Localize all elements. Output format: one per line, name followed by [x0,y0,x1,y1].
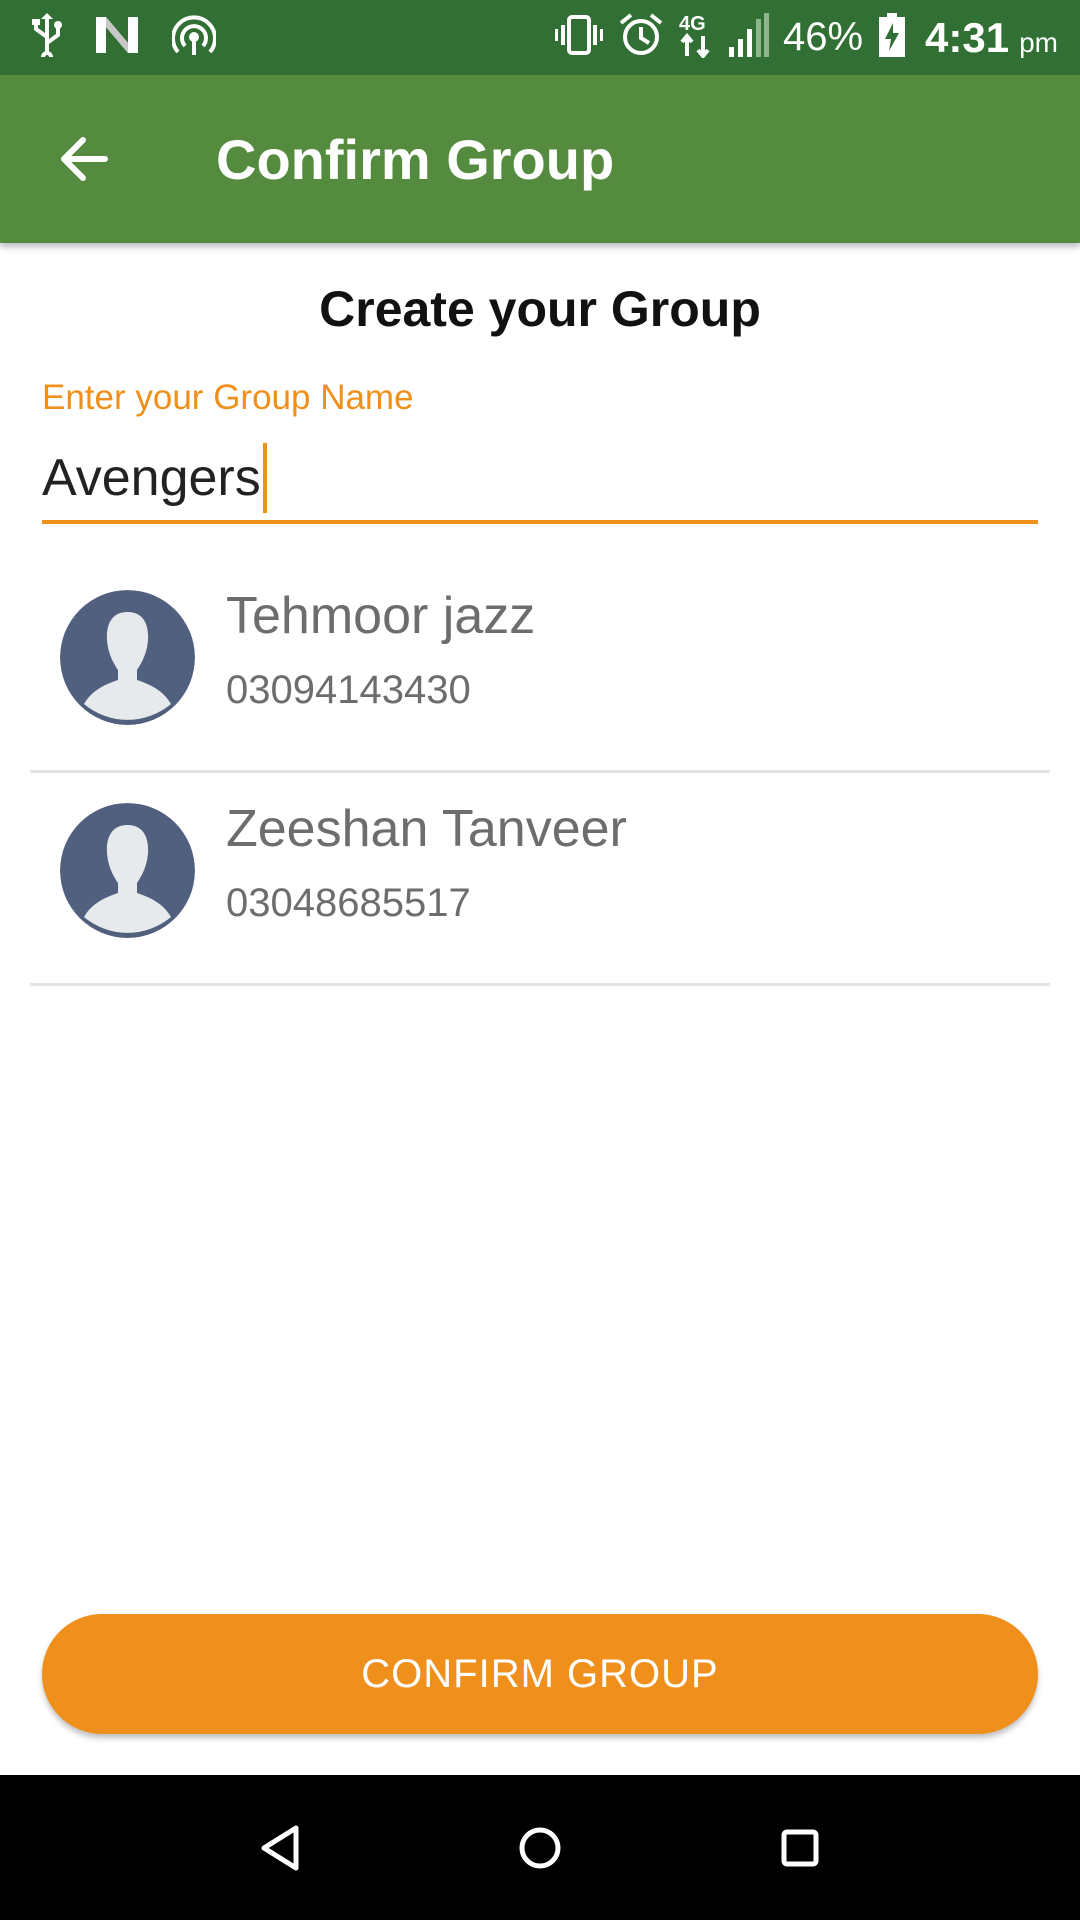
back-triangle-icon [261,1825,299,1870]
app-bar: Confirm Group [0,75,1080,243]
vibrate-icon [554,15,603,60]
nav-bar [0,1775,1080,1920]
list-item[interactable]: Tehmoor jazz 03094143430 [30,560,1050,773]
list-item[interactable]: Zeeshan Tanveer 03048685517 [30,773,1050,986]
person-icon [60,803,195,938]
status-left [32,13,250,63]
contact-list: Tehmoor jazz 03094143430 Zeeshan Tanveer… [30,560,1050,986]
battery-icon [879,13,906,62]
home-circle-icon [519,1827,561,1868]
confirm-group-button[interactable]: CONFIRM GROUP [42,1614,1038,1734]
group-name-input[interactable]: Avengers [42,436,1038,524]
status-right: 4G 46% 4:31 pm [539,12,1058,63]
n-icon [96,17,138,58]
status-bar: 4G 46% 4:31 pm [0,0,1080,75]
clock-time: 4:31 [925,13,1010,61]
person-icon [60,590,195,725]
contact-name: Tehmoor jazz [226,587,536,645]
nav-back-button[interactable] [230,1798,330,1898]
4g-icon: 4G [679,12,713,63]
recents-square-icon [781,1829,819,1866]
avatar [60,803,195,938]
battery-percent: 46% [782,15,864,59]
contact-phone: 03094143430 [226,668,471,712]
group-name-value: Avengers [42,449,261,507]
nav-home-button[interactable] [490,1798,590,1898]
alarm-icon [619,13,663,62]
svg-text:4G: 4G [679,13,706,35]
usb-icon [32,13,62,63]
screen: 4G 46% 4:31 pm Confirm Group Create your… [0,0,1080,1920]
arrow-back-icon [61,137,108,181]
back-button[interactable] [34,109,134,209]
contact-phone: 03048685517 [226,881,471,925]
page-title: Confirm Group [216,127,615,191]
avatar [60,590,195,725]
group-name-label: Enter your Group Name [42,378,414,417]
text-caret [262,443,267,513]
hotspot-icon [171,15,217,60]
contact-name: Zeeshan Tanveer [226,800,627,858]
clock-ampm: pm [1019,26,1058,58]
nav-recents-button[interactable] [750,1798,850,1898]
signal-icon [728,13,769,62]
section-heading: Create your Group [319,281,761,337]
